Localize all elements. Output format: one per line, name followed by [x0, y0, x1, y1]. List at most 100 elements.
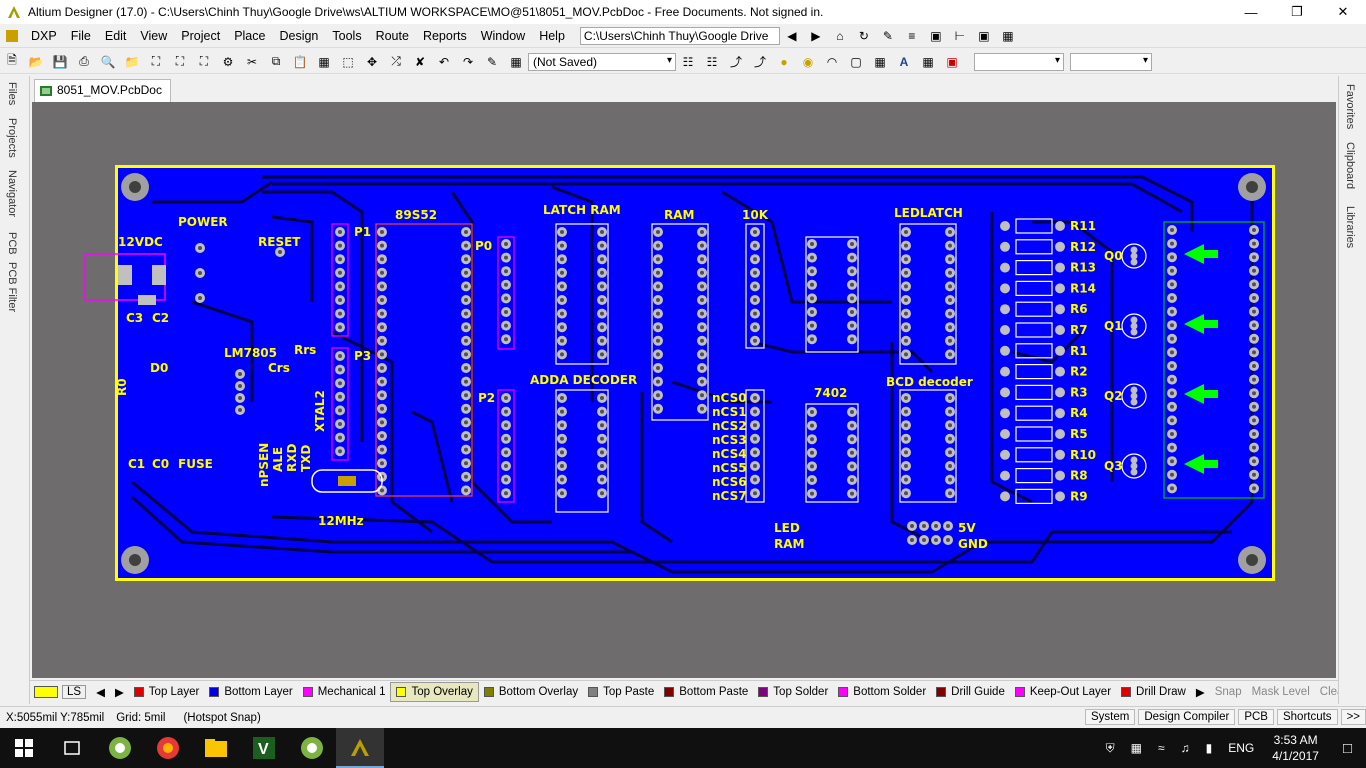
panel-tab-clipboard[interactable]: Clipboard	[1344, 142, 1356, 189]
layer-tab-drill-guide[interactable]: Drill Guide	[931, 682, 1010, 702]
layer-tab-top-layer[interactable]: Top Layer	[129, 682, 205, 702]
pcb-workspace[interactable]: POWER 12VDC RESET 89S52 P1 P0 P3 P2 LATC…	[32, 102, 1336, 678]
filter-icon[interactable]: ⚙	[219, 53, 237, 71]
taskbar-app-1[interactable]	[96, 728, 144, 768]
menu-design[interactable]: Design	[272, 29, 325, 43]
minimize-button[interactable]: —	[1228, 0, 1274, 24]
text-icon[interactable]: A	[895, 53, 913, 71]
rubber-stamp-icon[interactable]: ▦	[315, 53, 333, 71]
clock[interactable]: 3:53 AM 4/1/2017	[1272, 732, 1319, 764]
layer-tab-top-solder[interactable]: Top Solder	[753, 682, 833, 702]
taskbar-file-explorer[interactable]	[192, 728, 240, 768]
layer-tab-bottom-paste[interactable]: Bottom Paste	[659, 682, 753, 702]
open-icon[interactable]: 📂	[27, 53, 45, 71]
print-preview-icon[interactable]: 🔍	[99, 53, 117, 71]
layer-tab-top-paste[interactable]: Top Paste	[583, 682, 659, 702]
panel-tab-files[interactable]: Files	[6, 82, 18, 105]
pad-icon[interactable]: ●	[775, 53, 793, 71]
layer-tab-mechanical-1[interactable]: Mechanical 1	[298, 682, 391, 702]
via-icon[interactable]: ◉	[799, 53, 817, 71]
wifi-icon[interactable]: ≈	[1158, 741, 1165, 755]
component-place-icon[interactable]: ▦	[919, 53, 937, 71]
arc-icon[interactable]: ◠	[823, 53, 841, 71]
layer-tab-bottom-solder[interactable]: Bottom Solder	[833, 682, 931, 702]
copy-icon[interactable]: ⧉	[267, 53, 285, 71]
menu-file[interactable]: File	[64, 29, 98, 43]
home-icon[interactable]: ⌂	[831, 27, 849, 45]
print-icon[interactable]: ⎙	[75, 53, 93, 71]
panel-tab-pcb[interactable]: PCB	[6, 232, 18, 255]
move-icon[interactable]: ✥	[363, 53, 381, 71]
zoom-area-icon[interactable]: ⛶	[171, 53, 189, 71]
new-icon[interactable]: 🗎	[3, 53, 21, 71]
action-center-icon[interactable]: □	[1343, 740, 1352, 757]
panel-tab-projects[interactable]: Projects	[6, 118, 18, 158]
mask-level-button[interactable]: Mask Level	[1247, 682, 1315, 702]
zoom-selected-icon[interactable]: ⛶	[195, 53, 213, 71]
system-button[interactable]: System	[1084, 709, 1136, 725]
grid-icon[interactable]: ▦	[999, 27, 1017, 45]
align-icon[interactable]: ≡	[903, 27, 921, 45]
battery-icon[interactable]: ▮	[1206, 741, 1213, 755]
refresh-icon[interactable]: ↻	[855, 27, 873, 45]
design-compiler-button[interactable]: Design Compiler	[1138, 709, 1236, 725]
path-combo[interactable]: C:\Users\Chinh Thuy\Google Drive	[579, 26, 780, 45]
menu-tools[interactable]: Tools	[325, 29, 368, 43]
snap-button[interactable]: Snap	[1210, 682, 1247, 702]
menu-edit[interactable]: Edit	[98, 29, 134, 43]
volume-icon[interactable]: ♫	[1181, 741, 1190, 755]
more-icon[interactable]: >>	[1340, 709, 1366, 725]
pcb-button[interactable]: PCB	[1238, 709, 1274, 725]
interactive-route-icon[interactable]: ☷	[679, 53, 697, 71]
dimension-icon[interactable]: ⊢	[951, 27, 969, 45]
close-button[interactable]: ✕	[1320, 0, 1366, 24]
clear-filter-icon[interactable]: ✘	[411, 53, 429, 71]
paste-icon[interactable]: 📋	[291, 53, 309, 71]
length-tune-icon[interactable]: ⤴	[751, 53, 769, 71]
language-indicator[interactable]: ENG	[1228, 741, 1254, 755]
layer-tab-bottom-layer[interactable]: Bottom Layer	[204, 682, 297, 702]
layer-more-icon[interactable]: ▶	[1191, 682, 1210, 702]
panel-tab-navigator[interactable]: Navigator	[6, 170, 18, 217]
route-icon[interactable]: ✎	[879, 27, 897, 45]
current-layer-set[interactable]: LS	[30, 682, 91, 702]
maximize-button[interactable]: ❐	[1274, 0, 1320, 24]
deselect-icon[interactable]: ⤮	[387, 53, 405, 71]
component-icon[interactable]: ▣	[927, 27, 945, 45]
taskbar-app-2[interactable]	[144, 728, 192, 768]
taskbar-altium[interactable]	[336, 728, 384, 768]
panel-tab-favorites[interactable]: Favorites	[1344, 84, 1356, 129]
menu-help[interactable]: Help	[532, 29, 572, 43]
layer-tab-keep-out-layer[interactable]: Keep-Out Layer	[1010, 682, 1116, 702]
select-area-icon[interactable]: ⬚	[339, 53, 357, 71]
cut-icon[interactable]: ✂	[243, 53, 261, 71]
layer-tab-top-overlay[interactable]: Top Overlay	[390, 681, 479, 702]
layer-scroll-right-icon[interactable]: ▶	[110, 682, 129, 702]
layer-tab-drill-draw[interactable]: Drill Draw	[1116, 682, 1191, 702]
layer-scroll-left-icon[interactable]: ◀	[91, 682, 110, 702]
layer-tab-bottom-overlay[interactable]: Bottom Overlay	[479, 682, 583, 702]
open-project-icon[interactable]: 📁	[123, 53, 141, 71]
back-icon[interactable]: ◀	[783, 27, 801, 45]
diff-pair-icon[interactable]: ☷	[703, 53, 721, 71]
panel-tab-pcb-filter[interactable]: PCB Filter	[6, 262, 18, 312]
taskbar-app-4[interactable]: V	[240, 728, 288, 768]
clear-button[interactable]: Clear	[1315, 682, 1338, 702]
zoom-fit-icon[interactable]: ⛶	[147, 53, 165, 71]
document-tab[interactable]: 8051_MOV.PcbDoc	[34, 79, 171, 102]
save-icon[interactable]: 💾	[51, 53, 69, 71]
menu-window[interactable]: Window	[474, 29, 532, 43]
redo-icon[interactable]: ↷	[459, 53, 477, 71]
notes-icon[interactable]: ▦	[1131, 741, 1142, 755]
task-view-button[interactable]	[48, 728, 96, 768]
forward-icon[interactable]: ▶	[807, 27, 825, 45]
variant-combo[interactable]: (Not Saved)	[528, 52, 676, 71]
layer-combo-1[interactable]	[974, 52, 1064, 71]
layer-combo-2[interactable]	[1070, 52, 1152, 71]
undo-icon[interactable]: ↶	[435, 53, 453, 71]
menu-reports[interactable]: Reports	[416, 29, 474, 43]
menu-view[interactable]: View	[133, 29, 174, 43]
menu-place[interactable]: Place	[227, 29, 272, 43]
drc-icon[interactable]: ▣	[943, 53, 961, 71]
browse-icon[interactable]: ▦	[507, 53, 525, 71]
